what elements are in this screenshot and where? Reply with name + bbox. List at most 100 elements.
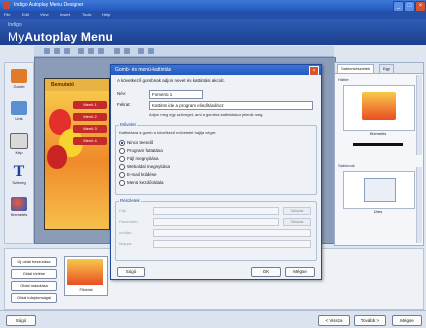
thumbnail-label: Kiemelés [369, 131, 387, 136]
dialog-close-icon[interactable]: × [309, 66, 319, 76]
brand-prefix: My [8, 30, 25, 44]
radio-label: Program futtatása [127, 148, 163, 154]
insert-page-button[interactable]: Új oldal beszúrása [11, 257, 57, 267]
tool-redo-icon[interactable] [124, 48, 130, 54]
cancel-button[interactable]: Mégse [392, 315, 422, 326]
name-label: Név: [117, 91, 127, 96]
tool-palette: Gomb Link Kép T Szöveg Kiemelés [4, 62, 34, 244]
canvas-menu-button[interactable]: Menü 3 [73, 125, 107, 133]
tool-link[interactable]: Link [7, 101, 31, 121]
background-thumbnail[interactable] [343, 85, 415, 131]
menu-edit[interactable]: Edit [22, 12, 29, 17]
tool-text[interactable]: T Szöveg [7, 163, 31, 186]
thumbnail-label: Üres [373, 209, 383, 214]
tool-label: Kiemelés [10, 212, 28, 217]
thumbnail-image [362, 92, 396, 120]
tool-open-icon[interactable] [54, 48, 60, 54]
tool-button[interactable]: Gomb [7, 69, 31, 89]
tool-grid-icon[interactable] [148, 48, 154, 54]
tool-save-icon[interactable] [64, 48, 70, 54]
details-group-title: Részletek [119, 198, 141, 203]
tool-new-icon[interactable] [44, 48, 50, 54]
radio-option[interactable]: Program futtatása [119, 148, 163, 154]
radio-option[interactable]: E-mail küldése [119, 172, 157, 178]
help-button[interactable]: Súgó [6, 315, 36, 326]
menu-tools[interactable]: Tools [82, 12, 91, 17]
canvas-header-title: Bemutató [51, 82, 75, 88]
menu-view[interactable]: View [40, 12, 49, 17]
delete-page-button[interactable]: Oldal törlése [11, 269, 57, 279]
radio-option[interactable]: Nincs teendő [119, 140, 153, 146]
canvas-menu-button[interactable]: Menü 1 [73, 101, 107, 109]
start-input[interactable] [153, 229, 311, 237]
back-button[interactable]: < Vissza [318, 315, 350, 326]
template-thumbnail[interactable] [343, 171, 415, 209]
brand-name: Autoplay Menu [24, 30, 114, 44]
dialog-help-button[interactable]: Súgó [117, 267, 145, 277]
param-input[interactable] [153, 218, 279, 226]
menu-help[interactable]: Help [102, 12, 110, 17]
tool-undo-icon[interactable] [114, 48, 120, 54]
divider [353, 143, 403, 146]
name-input[interactable]: Fomenü 1 [149, 90, 203, 99]
file-input[interactable] [153, 207, 279, 215]
radio-option[interactable]: Menü kezdőoldala [119, 180, 164, 186]
tool-highlight[interactable]: Kiemelés [7, 197, 31, 217]
tool-label: Szöveg [12, 180, 26, 185]
tool-label: Gomb [13, 84, 25, 89]
copy-page-button[interactable]: Oldal másolása [11, 281, 57, 291]
tool-copy-icon[interactable] [88, 48, 94, 54]
app-icon [3, 2, 10, 9]
tool-cut-icon[interactable] [78, 48, 84, 54]
tab-single[interactable]: Egy [379, 64, 394, 73]
button-tool-icon [11, 69, 27, 83]
canvas-background-lower [45, 161, 109, 229]
text-tool-icon: T [13, 163, 25, 180]
menubar: File Edit View Insert Tools Help [0, 11, 426, 19]
radio-selected-icon [119, 140, 125, 146]
action-group-title: Művelet [119, 122, 137, 127]
panel-tabs: Sablonkészletek Egy [335, 63, 423, 74]
brand-logo: MyAutoplay Menu [8, 30, 113, 44]
tool-image[interactable]: Kép [7, 133, 31, 155]
canvas-menu-button[interactable]: Menü 4 [73, 137, 107, 145]
menu-insert[interactable]: Insert [60, 12, 70, 17]
dialog-ok-button[interactable]: OK [251, 267, 281, 277]
browse-param-button[interactable]: Tallózás [283, 218, 311, 226]
folder-label: Mappa: [119, 241, 133, 246]
tool-paste-icon[interactable] [98, 48, 104, 54]
scrollbar[interactable] [416, 75, 422, 155]
start-label: Indítás: [119, 230, 133, 235]
page-properties-button[interactable]: Oldal tulajdonságai [11, 293, 57, 303]
tool-align-icon[interactable] [138, 48, 144, 54]
folder-input[interactable] [153, 240, 311, 248]
browse-file-button[interactable]: Tallózás [283, 207, 311, 215]
radio-icon [119, 180, 125, 186]
caption-input[interactable]: Kattints ide a program elindításához [149, 101, 313, 110]
radio-icon [119, 148, 125, 154]
radio-label: Menü kezdőoldala [127, 180, 164, 186]
caption-label: Felirat: [117, 102, 131, 107]
scrollbar[interactable] [416, 167, 422, 243]
param-label: Paraméter: [119, 219, 139, 224]
action-description: Kattintásra a gomb a következő műveletet… [119, 130, 217, 135]
menu-file[interactable]: File [4, 12, 10, 17]
thumbnail-image [67, 259, 103, 285]
templates-panel: Sablonkészletek Egy Háttér Kiemelés Sabl… [334, 62, 424, 246]
page-thumbnail[interactable]: Főoldal [64, 256, 108, 296]
tab-templates[interactable]: Sablonkészletek [337, 64, 375, 73]
window-titlebar: Indigo Autoplay Menu Designer _ □ × [0, 0, 426, 12]
radio-option[interactable]: Weboldal megnyitása [119, 164, 170, 170]
balloon-image [47, 145, 67, 169]
brand-small: Indigo [8, 22, 22, 28]
button-action-dialog: Gomb- és menü-kattintás × A következő go… [110, 64, 322, 280]
page-thumbnail-label: Főoldal [79, 287, 93, 292]
next-button[interactable]: Tovább > [354, 315, 386, 326]
section-templates: Sablonok [338, 163, 355, 168]
dialog-cancel-button[interactable]: Mégse [285, 267, 315, 277]
radio-option[interactable]: Fájl megnyitása [119, 156, 159, 162]
dialog-title: Gomb- és menü-kattintás [115, 67, 172, 73]
menu-canvas[interactable]: Bemutató Menü 1 Menü 2 Menü 3 Menü 4 [44, 78, 110, 230]
canvas-menu-button[interactable]: Menü 2 [73, 113, 107, 121]
radio-label: E-mail küldése [127, 172, 157, 178]
